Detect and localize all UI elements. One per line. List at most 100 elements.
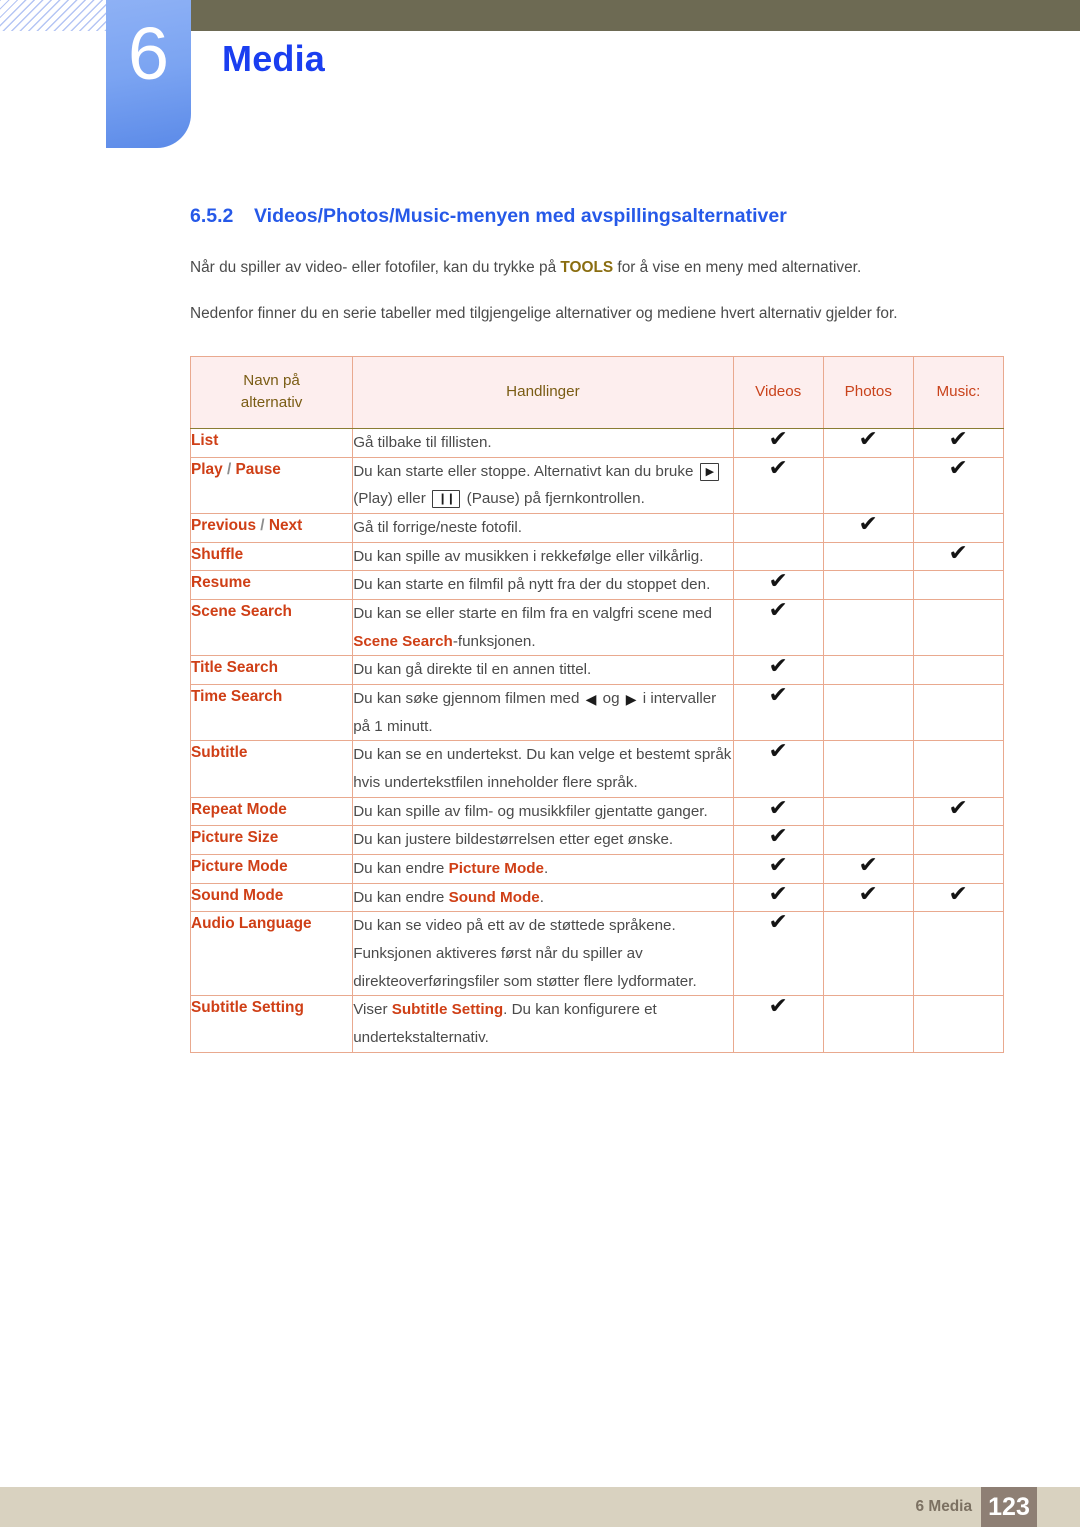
videos-support-cell: ✔ bbox=[732, 739, 824, 798]
tools-key-label: TOOLS bbox=[560, 259, 614, 276]
photos-support-cell bbox=[822, 598, 914, 657]
checkmark-icon: ✔ bbox=[948, 795, 969, 821]
text-run: Du kan endre bbox=[353, 859, 449, 877]
checkmark-icon: ✔ bbox=[768, 598, 788, 623]
photos-support-cell: ✔ bbox=[822, 428, 914, 458]
emphasis-term: Picture Size bbox=[191, 829, 279, 847]
music-support-cell: ✔ bbox=[912, 882, 1005, 913]
music-support-cell bbox=[912, 853, 1005, 884]
emphasis-term: Subtitle Setting bbox=[391, 1001, 504, 1019]
emphasis-term: Play bbox=[191, 460, 223, 478]
table-row: List Gå tilbake til fillisten. ✔ ✔ ✔ bbox=[189, 427, 1005, 458]
text-run: . bbox=[539, 888, 544, 906]
checkmark-icon: ✔ bbox=[768, 994, 788, 1020]
checkmark-icon: ✔ bbox=[768, 427, 788, 453]
option-name-cell: Subtitle bbox=[189, 740, 354, 798]
intro-paragraph-1-post: for å vise en meny med alternativer. bbox=[613, 259, 862, 276]
option-name-cell: Title Search bbox=[189, 655, 354, 685]
action-description-cell: Du kan spille av film- og musikkfiler gj… bbox=[352, 796, 734, 827]
checkmark-icon: ✔ bbox=[768, 824, 788, 850]
text-run: Du kan se en undertekst. Du kan velge et… bbox=[353, 746, 732, 791]
text-run: Gå tilbake til fillisten. bbox=[353, 434, 492, 452]
intro-paragraph-1: Når du spiller av video- eller fotofiler… bbox=[190, 256, 1005, 280]
text-run: Du kan se video på ett av de støttede sp… bbox=[353, 917, 697, 990]
videos-support-cell bbox=[732, 513, 824, 543]
column-header-option-name: Navn på alternativ bbox=[189, 355, 354, 430]
text-run: Gå til forrige/neste fotofil. bbox=[353, 519, 523, 537]
action-description-cell: Du kan starte en filmfil på nytt fra der… bbox=[352, 570, 734, 600]
option-name-cell: List bbox=[189, 428, 354, 458]
text-run: Du kan spille av musikken i rekkefølge e… bbox=[353, 547, 704, 565]
table-row: Resume Du kan starte en filmfil på nytt f… bbox=[189, 570, 1005, 600]
text-run: Du kan starte en filmfil på nytt fra der… bbox=[353, 576, 711, 594]
text-run: (Play) eller bbox=[353, 490, 430, 508]
hatch-decoration bbox=[0, 0, 106, 31]
action-description-cell: Du kan endre Sound Mode. bbox=[352, 882, 734, 913]
option-name-cell: Subtitle Setting bbox=[189, 995, 354, 1053]
table-row: Sound Mode Du kan endre Sound Mode. ✔ ✔ ✔ bbox=[189, 881, 1005, 913]
photos-support-cell bbox=[822, 740, 914, 798]
music-support-cell bbox=[912, 570, 1005, 600]
right-arrow-icon: ▶ bbox=[625, 691, 637, 708]
footer-chapter-label: 6 Media bbox=[915, 1498, 972, 1515]
table-row: Picture Size Du kan justere bildestørrels… bbox=[189, 824, 1005, 855]
checkmark-icon: ✔ bbox=[768, 739, 788, 765]
music-support-cell bbox=[912, 740, 1005, 798]
play-key-icon: ▶ bbox=[699, 462, 720, 481]
column-header-actions: Handlinger bbox=[352, 355, 734, 430]
option-name-cell: Repeat Mode bbox=[189, 796, 354, 827]
intro-paragraph-1-pre: Når du spiller av video- eller fotofiler… bbox=[190, 259, 561, 276]
text-run: Du kan gå direkte til en annen tittel. bbox=[353, 661, 592, 679]
checkmark-icon: ✔ bbox=[948, 427, 969, 453]
option-name-cell: Picture Size bbox=[189, 825, 354, 855]
emphasis-term: Subtitle Setting bbox=[191, 999, 304, 1017]
emphasis-term: Picture Mode bbox=[448, 859, 544, 877]
chapter-number: 6 bbox=[127, 12, 170, 95]
action-description-cell: Du kan endre Picture Mode. bbox=[352, 853, 734, 884]
action-description-cell: Du kan se en undertekst. Du kan velge et… bbox=[352, 740, 734, 798]
photos-support-cell bbox=[822, 456, 914, 515]
checkmark-icon: ✔ bbox=[768, 910, 788, 936]
videos-support-cell: ✔ bbox=[732, 796, 824, 827]
music-support-cell bbox=[912, 513, 1005, 543]
pause-key-icon: ❙❙ bbox=[432, 490, 461, 509]
videos-support-cell: ✔ bbox=[732, 456, 824, 515]
text-run: (Pause) på fjernkontrollen. bbox=[462, 490, 645, 508]
checkmark-icon: ✔ bbox=[858, 881, 878, 907]
emphasis-term: Scene Search bbox=[353, 632, 453, 650]
intro-paragraph-2: Nedenfor finner du en serie tabeller med… bbox=[190, 304, 898, 322]
emphasis-term: Resume bbox=[191, 574, 251, 592]
section-title: Videos/Photos/Music-menyen med avspillin… bbox=[254, 205, 787, 227]
text-run: -funksjonen. bbox=[452, 632, 536, 650]
photos-support-cell: ✔ bbox=[822, 852, 914, 884]
left-arrow-icon: ◀ bbox=[585, 691, 597, 708]
music-support-cell: ✔ bbox=[912, 456, 1005, 515]
table-row: Audio Language Du kan se video på ett av … bbox=[189, 910, 1005, 997]
emphasis-term: Picture Mode bbox=[191, 857, 288, 875]
table-body: List Gå tilbake til fillisten. ✔ ✔ ✔ Play / P… bbox=[189, 427, 1005, 1053]
table-header: Navn på alternativ Handlinger Videos Pho… bbox=[189, 355, 1005, 430]
checkmark-icon: ✔ bbox=[858, 852, 878, 878]
column-header-photos: Photos bbox=[822, 355, 914, 430]
content-area: 6.5.2 Videos/Photos/Music-menyen med avs… bbox=[190, 205, 1005, 326]
music-support-cell: ✔ bbox=[912, 541, 1005, 572]
column-header-option-name-line1: Navn på bbox=[243, 372, 300, 389]
emphasis-term: Scene Search bbox=[191, 603, 292, 620]
emphasis-term: Time Search bbox=[191, 687, 283, 705]
chapter-title: Media bbox=[222, 38, 326, 79]
playback-options-table: Navn på alternativ Handlinger Videos Pho… bbox=[189, 355, 1005, 1053]
text-run: Du kan søke gjennom filmen med bbox=[353, 689, 584, 707]
text-run: Du kan starte eller stoppe. Alternativt … bbox=[353, 462, 698, 480]
table-row: Subtitle Du kan se en undertekst. Du kan … bbox=[189, 739, 1005, 798]
text-run: . bbox=[543, 859, 549, 877]
text-run: og bbox=[598, 689, 624, 707]
option-name-cell: Scene Search bbox=[189, 598, 354, 657]
checkmark-icon: ✔ bbox=[768, 682, 788, 708]
action-description-cell: Du kan justere bildestørrelsen etter ege… bbox=[352, 825, 734, 855]
table-row: Previous / Next Gå til forrige/neste foto… bbox=[189, 512, 1005, 543]
checkmark-icon: ✔ bbox=[858, 512, 878, 538]
videos-support-cell: ✔ bbox=[732, 598, 824, 657]
page-footer: 6 Media 123 bbox=[0, 1487, 1080, 1527]
photos-support-cell bbox=[822, 683, 914, 742]
action-description-cell: Du kan se eller starte en film fra en va… bbox=[352, 598, 734, 657]
